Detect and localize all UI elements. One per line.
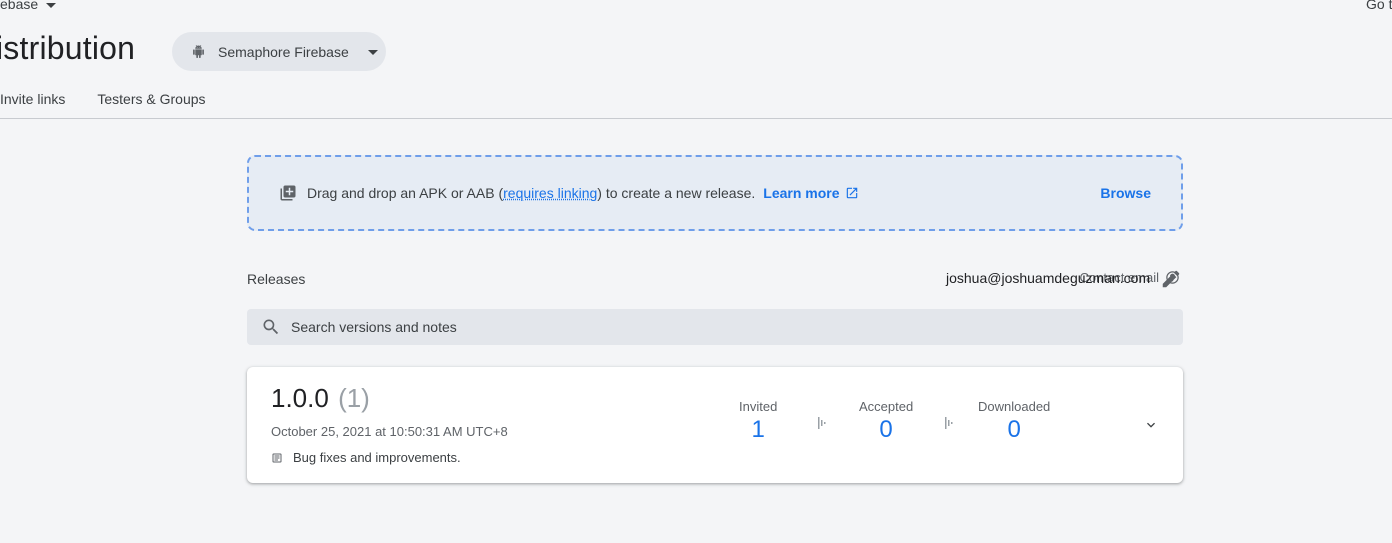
app-selector[interactable]: Semaphore Firebase — [172, 32, 386, 71]
stat-value[interactable]: 1 — [739, 416, 777, 444]
caret-down-icon — [367, 50, 378, 55]
funnel-arrow-icon — [818, 417, 826, 429]
stat-label: Accepted — [859, 399, 914, 414]
release-date: October 25, 2021 at 10:50:31 AM UTC+8 — [271, 424, 508, 439]
funnel-arrow-icon — [945, 417, 953, 429]
release-card[interactable]: 1.0.0 (1) October 25, 2021 at 10:50:31 A… — [247, 367, 1183, 483]
chevron-down-icon — [46, 2, 57, 8]
stat-downloaded: Downloaded 0 — [978, 399, 1050, 444]
stat-accepted: Accepted 0 — [859, 399, 913, 444]
edit-icon[interactable] — [1160, 268, 1182, 290]
search-icon — [263, 319, 279, 335]
tab-testers-groups[interactable]: Testers & Groups — [97, 91, 205, 107]
app-selector-label: Semaphore Firebase — [218, 43, 349, 60]
build-number: (1) — [338, 383, 370, 413]
project-breadcrumb[interactable]: ebase — [0, 0, 57, 12]
project-name: ebase — [0, 0, 39, 12]
library-add-icon — [280, 185, 296, 201]
learn-more-link[interactable]: Learn more — [763, 185, 858, 201]
expand-more-icon[interactable] — [1143, 417, 1159, 433]
search-bar — [247, 309, 1183, 345]
page-title: istribution — [0, 30, 136, 66]
goto-link[interactable]: Go to — [1366, 0, 1392, 12]
learn-more-label: Learn more — [763, 185, 840, 201]
version-number: 1.0.0 — [271, 383, 329, 413]
tabs-divider — [0, 118, 1392, 119]
upload-dropzone[interactable]: Drag and drop an APK or AAB (requires li… — [247, 155, 1183, 231]
stat-label: Invited — [739, 399, 778, 414]
stat-value[interactable]: 0 — [859, 416, 913, 444]
release-version: 1.0.0 (1) — [271, 383, 370, 414]
tab-bar: Invite links Testers & Groups — [0, 91, 238, 107]
notes-icon — [272, 453, 282, 462]
dropzone-text-before: Drag and drop an APK or AAB ( — [307, 185, 504, 201]
releases-heading: Releases — [247, 271, 306, 287]
requires-linking-link[interactable]: requires linking — [503, 185, 597, 201]
stat-value[interactable]: 0 — [978, 416, 1050, 444]
stat-label: Downloaded — [978, 399, 1051, 414]
stat-invited: Invited 1 — [739, 399, 777, 444]
tab-invite-links[interactable]: Invite links — [0, 91, 65, 107]
open-in-new-icon — [846, 187, 857, 199]
android-icon — [193, 45, 204, 58]
browse-button[interactable]: Browse — [1100, 185, 1151, 201]
release-notes-text: Bug fixes and improvements. — [293, 450, 461, 465]
search-input[interactable] — [291, 319, 1091, 335]
dropzone-text-after: ) to create a new release. — [597, 185, 756, 201]
contact-email-value: joshua@joshuamdeguzman.com — [946, 270, 1151, 286]
release-notes: Bug fixes and improvements. — [271, 450, 461, 465]
